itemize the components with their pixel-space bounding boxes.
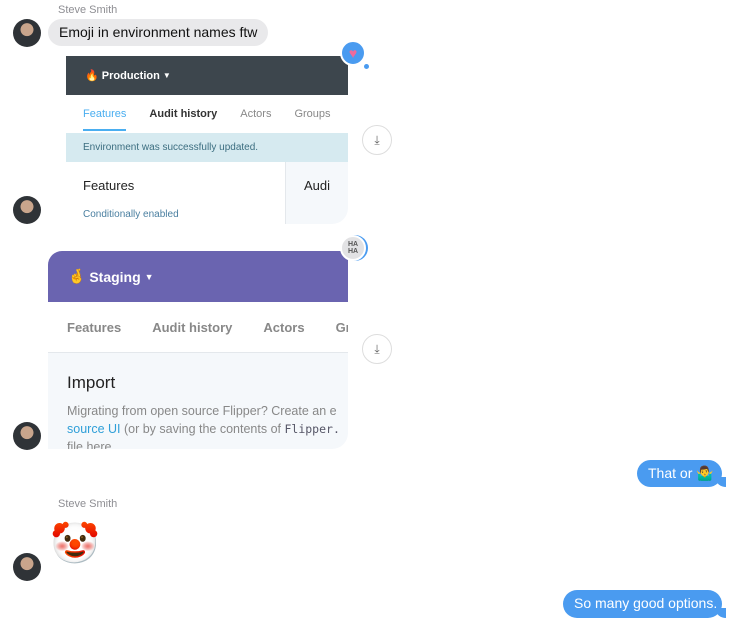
message-bubble-outgoing[interactable]: So many good options. (563, 590, 726, 618)
tabs: Features Audit history Actors Groups W (66, 95, 348, 133)
tab-groups: Groups (294, 108, 331, 120)
tab-features: Features (83, 97, 127, 131)
success-alert: Environment was successfully updated. (66, 133, 348, 162)
message-bubble[interactable]: Emoji in environment names ftw (48, 19, 269, 46)
shrug-emoji: 🤷‍♂️ (696, 465, 714, 481)
sender-name: Steve Smith (58, 4, 118, 16)
env-name: Staging (89, 268, 141, 285)
tab-features: Features (67, 319, 122, 335)
tapback-tail (364, 64, 369, 69)
download-icon: ⤓ (374, 341, 380, 356)
message-bubble-outgoing[interactable]: That or 🤷‍♂️ (637, 460, 726, 487)
env-header: 🔥 Production ▼ (66, 56, 348, 95)
clown-emoji-message[interactable]: 🤡 (50, 520, 100, 568)
avatar[interactable] (13, 422, 41, 450)
tab-audit-history: Audit history (149, 108, 218, 120)
save-image-button[interactable]: ⤓ (362, 334, 392, 364)
section-subtitle: Conditionally enabled (83, 209, 179, 220)
audit-panel-title: Audi (285, 162, 348, 224)
code-snippet: Flipper. (284, 422, 340, 436)
import-description: Migrating from open source Flipper? Crea… (67, 404, 340, 449)
caret-down-icon: ▼ (162, 71, 171, 80)
tab-actors: Actors (240, 108, 272, 120)
tab-audit-history: Audit history (152, 319, 233, 335)
fire-emoji: 🔥 (85, 70, 99, 82)
source-ui-link: source UI (67, 422, 121, 436)
avatar[interactable] (13, 19, 41, 47)
image-attachment-staging[interactable]: 🤞 Staging ▼ Features Audit history Actor… (48, 251, 348, 449)
sender-name: Steve Smith (58, 498, 118, 510)
image-attachment-production[interactable]: 🔥 Production ▼ Features Audit history Ac… (66, 56, 348, 224)
save-image-button[interactable]: ⤓ (362, 125, 392, 155)
tab-actors: Actors (263, 319, 305, 335)
env-name: Production (101, 69, 160, 82)
caret-down-icon: ▼ (144, 271, 154, 282)
crossed-fingers-emoji: 🤞 (68, 268, 86, 284)
tab-groups: Gr (335, 319, 348, 335)
tabs: Features Audit history Actors Gr (48, 302, 348, 353)
avatar[interactable] (13, 553, 41, 581)
avatar[interactable] (13, 196, 41, 224)
section-title: Features (83, 178, 135, 193)
heart-tapback-icon[interactable]: ♥ (340, 40, 366, 66)
haha-tapback-icon[interactable]: HA HA (340, 235, 366, 261)
download-icon: ⤓ (374, 132, 380, 147)
import-title: Import (67, 373, 116, 392)
env-header: 🤞 Staging ▼ (48, 251, 348, 302)
